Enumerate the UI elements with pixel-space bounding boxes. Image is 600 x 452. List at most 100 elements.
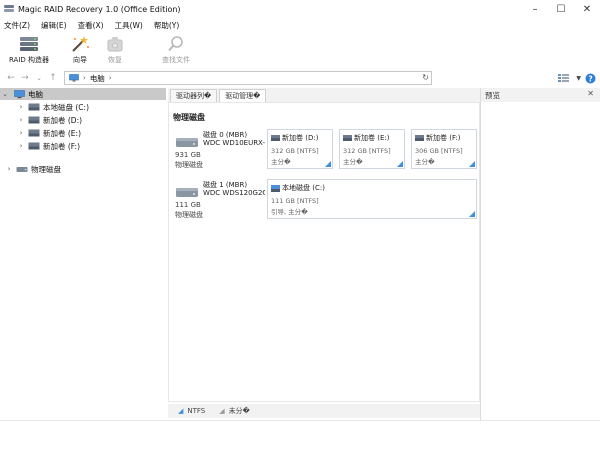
menu-edit[interactable]: 编辑(E) — [41, 20, 67, 31]
partition-corner-marker — [325, 161, 331, 167]
partition-fs: 312 GB [NTFS] — [271, 147, 319, 155]
collapse-arrow-icon[interactable]: ⌄ — [0, 90, 10, 98]
ntfs-marker-icon: ◢ — [178, 407, 184, 415]
partition-d[interactable]: 新加卷 (D:) 312 GB [NTFS] 主分� — [267, 129, 333, 169]
disk-size: 111 GB — [175, 201, 201, 209]
wand-icon — [72, 36, 89, 52]
preview-close-icon[interactable]: ✕ — [587, 89, 594, 98]
raid-icon — [20, 37, 38, 51]
partition-name: 新加卷 (D:) — [282, 134, 319, 142]
partition-status: 主分� — [415, 158, 435, 166]
partition-c[interactable]: 本地磁盘 (C:) 111 GB [NTFS] 引导, 主分� — [267, 179, 477, 219]
breadcrumb-separator-end: › — [108, 74, 112, 82]
disk-type: 物理磁盘 — [175, 211, 203, 219]
preview-header: 预览 ✕ — [480, 88, 600, 102]
tree-item-vol-e[interactable]: › 新加卷 (E:) — [0, 127, 166, 139]
tree-label: 新加卷 (F:) — [43, 141, 80, 151]
maximize-button[interactable]: ☐ — [548, 0, 574, 18]
view-mode-icon[interactable] — [558, 73, 572, 83]
tree-label: 新加卷 (D:) — [43, 115, 83, 125]
tree-label: 电脑 — [28, 89, 43, 99]
drive-icon — [343, 135, 352, 141]
tree-item-computer[interactable]: ⌄ 电脑 — [0, 88, 166, 100]
expand-arrow-icon[interactable]: › — [4, 165, 14, 173]
view-dropdown-icon[interactable]: ▼ — [576, 75, 581, 82]
raid-builder-label: RAID 构造器 — [8, 56, 50, 64]
menu-view[interactable]: 查看(X) — [78, 20, 104, 31]
raid-builder-button[interactable]: RAID 构造器 — [0, 33, 58, 65]
legend-unallocated: ◢ 未分� — [219, 406, 250, 416]
recover-label: 恢复 — [108, 56, 122, 64]
status-bar — [0, 420, 600, 452]
disk-1-info[interactable]: 磁盘 1 (MBR) WDC WDS120G2G0A 111 GB 物理磁盘 — [173, 179, 265, 223]
disk-size: 931 GB — [175, 151, 201, 159]
legend-ntfs-label: NTFS — [187, 407, 206, 415]
disk-0-info[interactable]: 磁盘 0 (MBR) WDC WD10EURX-63 931 GB 物理磁盘 — [173, 129, 265, 173]
hard-disk-icon — [176, 138, 198, 147]
find-files-label: 查找文件 — [162, 56, 190, 64]
tab-drive-list[interactable]: 驱动器列� — [170, 89, 218, 102]
minimize-button[interactable]: – — [522, 0, 548, 18]
disk-type: 物理磁盘 — [175, 161, 203, 169]
hard-disk-icon — [176, 188, 198, 197]
unallocated-marker-icon: ◢ — [219, 407, 225, 415]
up-arrow-icon[interactable]: ↑ — [46, 73, 60, 83]
search-icon — [168, 36, 183, 52]
computer-icon — [14, 89, 25, 98]
tab-drive-manager[interactable]: 驱动管理� — [219, 89, 267, 102]
partition-corner-marker — [469, 211, 475, 217]
partition-status: 引导, 主分� — [271, 208, 308, 216]
tree-item-physical-disks[interactable]: › 物理磁盘 — [0, 163, 166, 175]
recover-button[interactable]: 恢复 — [100, 33, 130, 65]
drive-icon — [415, 135, 424, 141]
physical-disk-icon — [16, 167, 28, 172]
find-files-button[interactable]: 查找文件 — [154, 33, 198, 65]
drive-manager-content: 物理磁盘 磁盘 0 (MBR) WDC WD10EURX-63 931 GB 物… — [168, 102, 480, 402]
partition-fs: 306 GB [NTFS] — [415, 147, 463, 155]
dropdown-arrow-icon[interactable]: ⌄ — [32, 74, 46, 82]
menu-tools[interactable]: 工具(W) — [115, 20, 143, 31]
tree-item-vol-d[interactable]: › 新加卷 (D:) — [0, 114, 166, 126]
address-field[interactable]: › 电脑 › ↻ — [64, 71, 432, 85]
help-icon[interactable]: ? — [585, 73, 596, 84]
disk-model: WDC WDS120G2G0A — [203, 189, 265, 197]
legend-unallocated-label: 未分� — [228, 407, 250, 415]
close-button[interactable]: ✕ — [574, 0, 600, 18]
tab-bar: 驱动器列� 驱动管理� — [168, 88, 480, 102]
drive-icon — [271, 135, 280, 141]
svg-text:?: ? — [588, 74, 592, 83]
wizard-label: 向导 — [73, 56, 87, 64]
expand-arrow-icon[interactable]: › — [16, 129, 26, 137]
partition-fs: 312 GB [NTFS] — [343, 147, 391, 155]
window-title: Magic RAID Recovery 1.0 (Office Edition) — [18, 4, 181, 14]
expand-arrow-icon[interactable]: › — [16, 142, 26, 150]
back-arrow-icon[interactable]: ← — [4, 73, 18, 83]
drive-icon — [28, 142, 40, 150]
partition-fs: 111 GB [NTFS] — [271, 197, 319, 205]
recover-icon — [107, 37, 123, 52]
expand-arrow-icon[interactable]: › — [16, 116, 26, 124]
tree-item-vol-f[interactable]: › 新加卷 (F:) — [0, 140, 166, 152]
preview-title: 预览 — [485, 90, 500, 100]
title-bar: Magic RAID Recovery 1.0 (Office Edition)… — [0, 0, 600, 18]
preview-panel — [480, 102, 600, 420]
folder-tree: ⌄ 电脑 › 本地磁盘 (C:) › 新加卷 (D:) › 新加卷 (E:) ›… — [0, 88, 166, 420]
legend-ntfs: ◢ NTFS — [178, 407, 205, 415]
refresh-icon[interactable]: ↻ — [422, 73, 429, 82]
partition-name: 新加卷 (E:) — [354, 134, 390, 142]
partition-e[interactable]: 新加卷 (E:) 312 GB [NTFS] 主分� — [339, 129, 405, 169]
system-drive-icon — [271, 185, 280, 192]
partition-corner-marker — [469, 161, 475, 167]
breadcrumb-computer[interactable]: 电脑 — [90, 73, 105, 84]
expand-arrow-icon[interactable]: › — [16, 103, 26, 111]
tree-item-local-c[interactable]: › 本地磁盘 (C:) — [0, 101, 166, 113]
partition-corner-marker — [397, 161, 403, 167]
menu-file[interactable]: 文件(Z) — [4, 20, 30, 31]
partition-status: 主分� — [271, 158, 291, 166]
drive-icon — [28, 129, 40, 137]
forward-arrow-icon[interactable]: → — [18, 73, 32, 83]
wizard-button[interactable]: 向导 — [62, 33, 98, 65]
partition-status: 主分� — [343, 158, 363, 166]
menu-help[interactable]: 帮助(Y) — [154, 20, 179, 31]
partition-f[interactable]: 新加卷 (F:) 306 GB [NTFS] 主分� — [411, 129, 477, 169]
